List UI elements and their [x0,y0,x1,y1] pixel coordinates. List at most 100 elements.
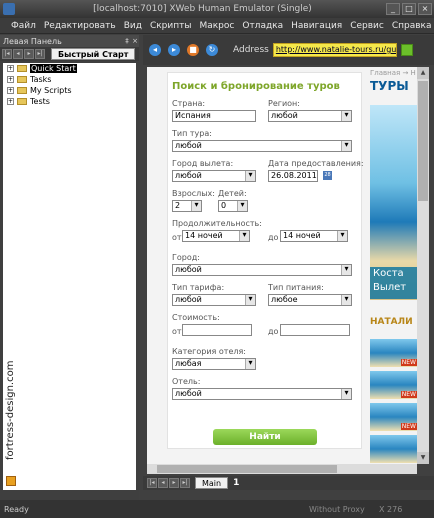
find-button[interactable]: Найти [213,429,317,445]
hotel-thumbnail[interactable]: NEW [370,371,417,399]
status-ready: Ready [4,504,29,514]
new-badge: NEW [400,359,417,366]
hscroll-thumb[interactable] [157,465,337,473]
breadcrumb[interactable]: Главная → Н [370,69,416,77]
expand-icon[interactable]: + [7,65,14,72]
address-input[interactable]: http://www.natalie-tours.ru/guide/... [272,43,397,57]
minimize-button[interactable]: _ [386,3,400,15]
date-field[interactable]: 26.08.2011 [268,170,318,182]
adults-select[interactable]: 2 [172,200,202,212]
tree-item-label: My Scripts [30,86,72,95]
tariff-label: Тип тарифа: [172,283,225,292]
maximize-button[interactable]: □ [402,3,416,15]
menu-scripts[interactable]: Скрипты [146,21,196,31]
first-tab-button[interactable]: |◂ [2,49,12,59]
tab-main[interactable]: Main [195,477,229,489]
tours-heading: ТУРЫ [370,79,409,93]
last-tab-button[interactable]: ▸| [180,478,190,488]
duration-from-select[interactable]: 14 ночей [182,230,250,242]
back-icon[interactable]: ◂ [149,44,161,56]
panel-toggle-icon[interactable] [6,476,16,486]
promo-line-2: Вылет [373,282,407,293]
first-tab-button[interactable]: |◂ [147,478,157,488]
refresh-icon[interactable]: ↻ [206,44,218,56]
folder-icon [17,65,27,72]
hotel-select[interactable]: любой [172,388,352,400]
pin-icon[interactable]: ‡ [123,37,131,45]
menu-service[interactable]: Сервис [346,21,388,31]
app-window: [localhost:7010] XWeb Human Emulator (Si… [0,0,434,518]
scroll-thumb[interactable] [418,81,428,201]
promo-banner[interactable]: Коста Вылет [370,267,417,299]
duration-to-label: до [268,233,279,242]
tariff-select[interactable]: любой [172,294,256,306]
scroll-down-icon[interactable]: ▼ [417,452,429,464]
hotel-category-select[interactable]: любая [172,358,256,370]
vertical-scrollbar[interactable]: ▲ ▼ [417,67,429,464]
cost-to-label: до [268,327,279,336]
region-select[interactable]: любой [268,110,352,122]
tour-type-label: Тип тура: [172,129,212,138]
menu-file[interactable]: Файл [7,21,40,31]
close-panel-icon[interactable]: × [131,37,139,45]
city-select[interactable]: любой [172,264,352,276]
tab-quick-start[interactable]: Быстрый Старт [51,48,136,60]
calendar-icon[interactable]: 28 [323,171,332,180]
hotel-thumbnail[interactable]: NEW [370,403,417,431]
tree-item-label: Quick Start [30,64,77,73]
stop-icon[interactable]: ■ [187,44,199,56]
hotel-thumbnail[interactable] [370,435,417,463]
tree-item-tests[interactable]: + Tests [3,96,136,107]
menu-navigation[interactable]: Навигация [287,21,346,31]
left-panel-title: Левая Панель [3,36,62,46]
last-tab-button[interactable]: ▸| [35,49,45,59]
menu-help[interactable]: Справка [388,21,434,31]
next-tab-button[interactable]: ▸ [24,49,34,59]
hotel-thumbnail[interactable]: NEW [370,339,417,367]
tree-item-my-scripts[interactable]: + My Scripts [3,85,136,96]
form-title: Поиск и бронирование туров [172,81,340,92]
status-proxy: Without Proxy [309,504,365,514]
children-select[interactable]: 0 [218,200,248,212]
date-label: Дата предоставления: [268,159,364,168]
cost-to-field[interactable] [280,324,350,336]
ads-column: Главная → Н ТУРЫ Коста Вылет НАТАЛИ NEW … [368,67,417,464]
expand-icon[interactable]: + [7,98,14,105]
new-badge: NEW [400,391,417,398]
tree-item-tasks[interactable]: + Tasks [3,74,136,85]
meal-label: Тип питания: [268,283,324,292]
forward-icon[interactable]: ▸ [168,44,180,56]
cost-from-field[interactable] [182,324,252,336]
left-panel: Левая Панель ‡ × |◂ ◂ ▸ ▸| Быстрый Старт… [0,35,139,500]
horizontal-scrollbar[interactable] [147,464,417,474]
natali-heading: НАТАЛИ [370,317,413,327]
cost-from-label: от [172,327,182,336]
next-tab-button[interactable]: ▸ [169,478,179,488]
scroll-up-icon[interactable]: ▲ [417,67,429,79]
menu-bar: Файл Редактировать Вид Скрипты Макрос От… [0,18,434,34]
tour-type-select[interactable]: любой [172,140,352,152]
region-label: Регион: [268,99,300,108]
departure-city-select[interactable]: любой [172,170,256,182]
left-panel-header: Левая Панель ‡ × [0,35,139,47]
meal-select[interactable]: любое [268,294,352,306]
folder-icon [17,98,27,105]
window-title: [localhost:7010] XWeb Human Emulator (Si… [93,4,312,14]
go-button[interactable] [400,44,413,56]
duration-label: Продолжительность: [172,219,262,228]
prev-tab-button[interactable]: ◂ [13,49,23,59]
navigation-bar: ◂ ▸ ■ ↻ Address http://www.natalie-tours… [143,35,434,65]
expand-icon[interactable]: + [7,76,14,83]
new-badge: NEW [400,423,417,430]
menu-macro[interactable]: Макрос [195,21,238,31]
prev-tab-button[interactable]: ◂ [158,478,168,488]
tree-item-quick-start[interactable]: + Quick Start [3,63,136,74]
duration-to-select[interactable]: 14 ночей [280,230,348,242]
menu-edit[interactable]: Редактировать [40,21,120,31]
menu-debug[interactable]: Отладка [238,21,287,31]
menu-view[interactable]: Вид [120,21,146,31]
promo-line-1: Коста [373,268,404,279]
country-field[interactable]: Испания [172,110,256,122]
expand-icon[interactable]: + [7,87,14,94]
close-button[interactable]: × [418,3,432,15]
